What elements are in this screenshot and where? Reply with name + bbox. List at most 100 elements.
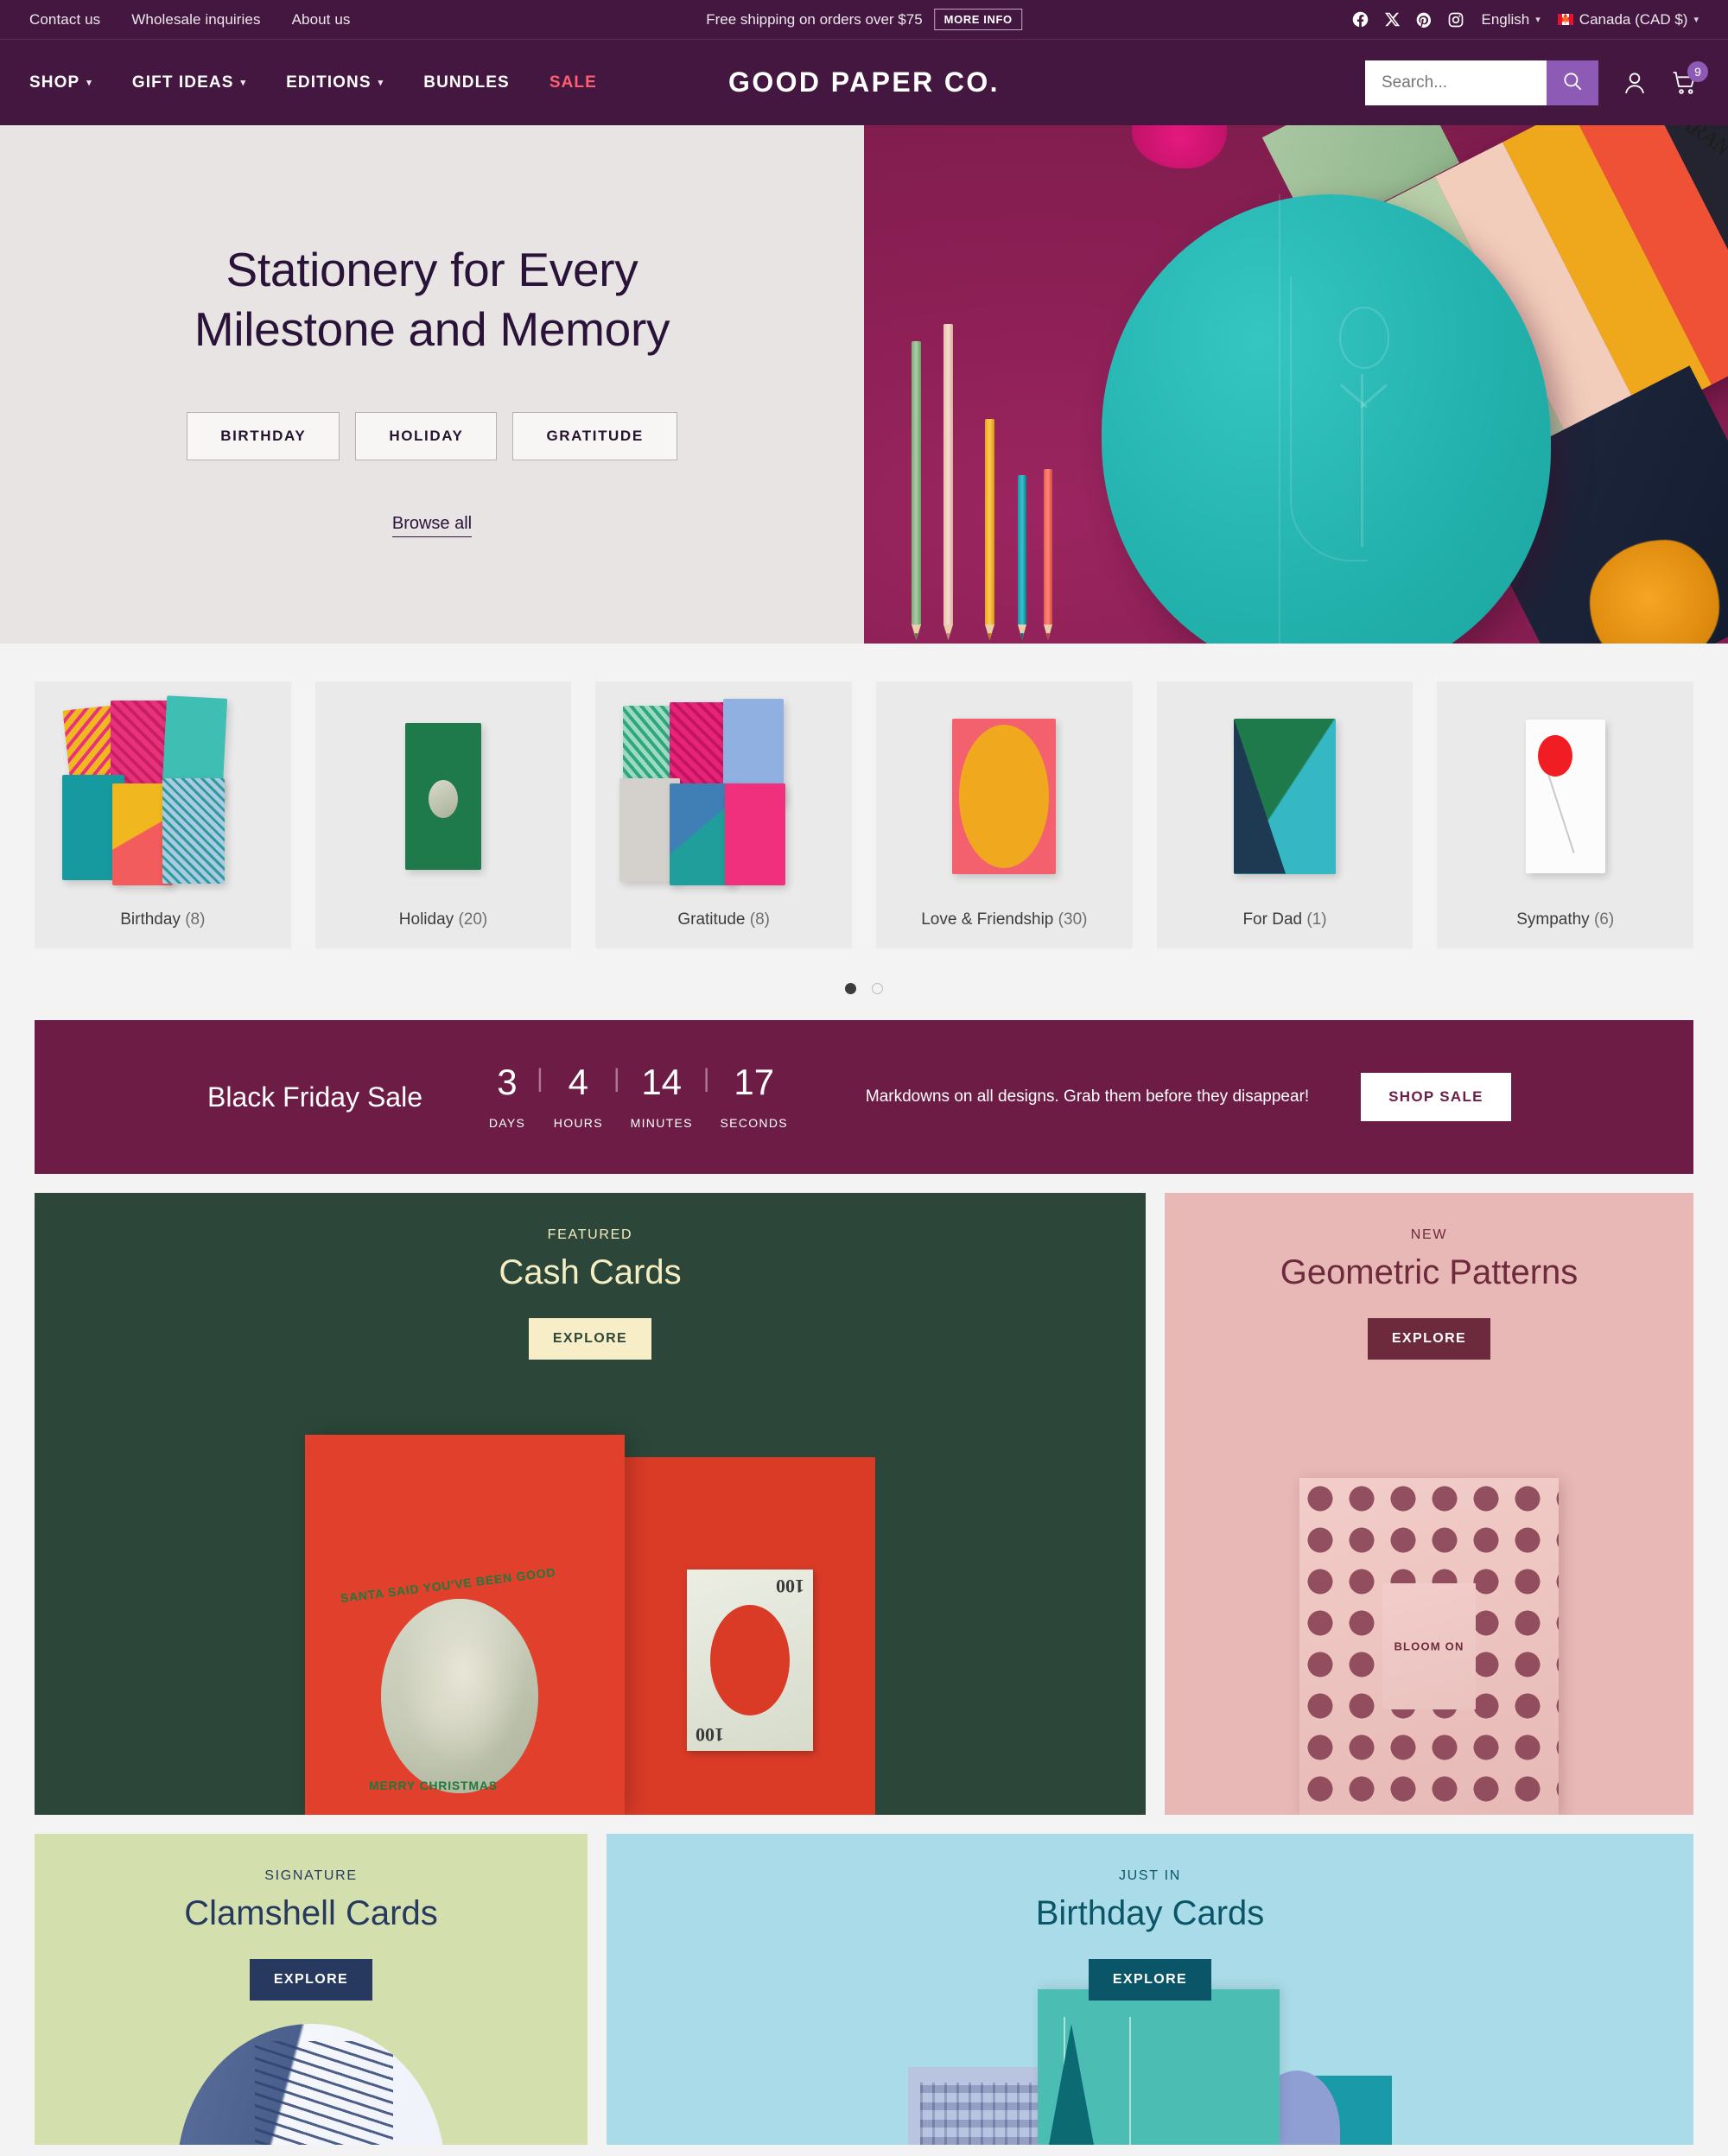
topbar-links: Contact us Wholesale inquiries About us <box>29 11 350 29</box>
nav-item-shop[interactable]: SHOP ▾ <box>29 73 92 92</box>
pinterest-icon[interactable] <box>1415 11 1433 29</box>
more-info-button[interactable]: MORE INFO <box>934 9 1022 30</box>
collection-tile-geometric-patterns[interactable]: NEW Geometric Patterns EXPLORE BLOOM ON <box>1165 1193 1693 1815</box>
tile-title: Clamshell Cards <box>184 1894 438 1932</box>
countdown-unit-hours: 4 HOURS <box>545 1064 612 1131</box>
tile-title: Cash Cards <box>499 1253 682 1291</box>
category-row: Birthday (8) Holiday (20) Gratitude (8) … <box>35 682 1694 948</box>
nav-item-sale[interactable]: SALE <box>550 73 597 92</box>
language-selector[interactable]: English ▾ <box>1482 11 1541 29</box>
hero-title-line-1: Stationery for Every <box>226 243 638 297</box>
search-submit-button[interactable] <box>1547 60 1598 105</box>
category-count: (1) <box>1306 910 1327 929</box>
tile-header: FEATURED Cash Cards EXPLORE <box>35 1193 1146 1360</box>
shop-sale-button[interactable]: SHOP SALE <box>1361 1073 1511 1121</box>
category-card-birthday[interactable]: Birthday (8) <box>35 682 291 948</box>
nav-item-editions[interactable]: EDITIONS ▾ <box>286 73 384 92</box>
hero-button-gratitude[interactable]: GRATITUDE <box>512 411 677 460</box>
geometric-card-artwork: BLOOM ON <box>1299 1478 1559 1815</box>
category-label: Birthday (8) <box>120 910 205 929</box>
category-label: Holiday (20) <box>399 910 487 929</box>
category-label: Gratitude (8) <box>677 910 770 929</box>
clamshell-card-artwork <box>177 2024 445 2145</box>
category-thumbnail <box>1157 682 1414 910</box>
card-text-bottom: MERRY CHRISTMAS <box>369 1779 498 1792</box>
search-input[interactable] <box>1365 60 1547 105</box>
cart-icon[interactable]: 9 <box>1671 60 1708 97</box>
tile-header: SIGNATURE Clamshell Cards EXPLORE <box>35 1834 588 2001</box>
category-thumbnail <box>35 682 291 910</box>
category-thumbnail <box>876 682 1133 910</box>
explore-button-cash-cards[interactable]: EXPLORE <box>528 1318 652 1360</box>
chevron-down-icon: ▾ <box>86 78 92 88</box>
countdown-value: 17 <box>734 1062 775 1102</box>
tile-kicker: FEATURED <box>547 1227 633 1242</box>
category-card-for-dad[interactable]: For Dad (1) <box>1156 682 1414 948</box>
category-name: Gratitude <box>677 910 746 929</box>
countdown-separator: | <box>702 1064 710 1093</box>
chevron-down-icon: ▾ <box>240 78 247 88</box>
country-currency-selector[interactable]: 🍁 Canada (CAD $) ▾ <box>1557 11 1699 29</box>
category-count: (30) <box>1058 910 1088 929</box>
collection-tiles-row-1: FEATURED Cash Cards EXPLORE 100 100 SANT… <box>0 1174 1728 1815</box>
chevron-down-icon: ▾ <box>378 78 384 88</box>
countdown-value: 3 <box>497 1062 518 1102</box>
browse-all-link[interactable]: Browse all <box>391 514 473 537</box>
carousel-dot-1[interactable] <box>845 983 856 994</box>
pencil-green <box>912 341 921 640</box>
social-links <box>1351 10 1464 29</box>
countdown-value: 14 <box>641 1062 683 1102</box>
main-navigation: SHOP ▾ GIFT IDEAS ▾ EDITIONS ▾ BUNDLES S… <box>0 40 1728 125</box>
chevron-down-icon: ▾ <box>1693 15 1699 25</box>
nav-item-gift-ideas[interactable]: GIFT IDEAS ▾ <box>132 73 246 92</box>
category-count: (8) <box>185 910 206 929</box>
hero-button-holiday[interactable]: HOLIDAY <box>355 411 498 460</box>
hero-button-birthday[interactable]: BIRTHDAY <box>187 411 340 460</box>
collection-tile-clamshell-cards[interactable]: SIGNATURE Clamshell Cards EXPLORE <box>35 1834 588 2145</box>
nav-item-bundles[interactable]: BUNDLES <box>423 73 510 92</box>
category-label: Sympathy (6) <box>1516 910 1614 929</box>
category-card-holiday[interactable]: Holiday (20) <box>314 682 572 948</box>
card-text-bloom-on: BLOOM ON <box>1394 1639 1464 1653</box>
x-twitter-icon[interactable] <box>1384 11 1401 28</box>
canada-flag-icon: 🍁 <box>1557 14 1573 25</box>
cash-card-artwork: 100 100 SANTA SAID YOU'VE BEEN GOOD MERR… <box>305 1435 875 1815</box>
tile-kicker: SIGNATURE <box>264 1868 358 1883</box>
category-label: Love & Friendship (30) <box>921 910 1087 929</box>
tile-title: Geometric Patterns <box>1280 1253 1579 1291</box>
countdown-separator: | <box>613 1064 620 1093</box>
carousel-dot-2[interactable] <box>872 983 883 994</box>
countdown-label: DAYS <box>488 1116 526 1130</box>
category-card-sympathy[interactable]: Sympathy (6) <box>1437 682 1694 948</box>
carousel-pagination <box>35 948 1693 1020</box>
hero-category-buttons: BIRTHDAY HOLIDAY GRATITUDE <box>187 411 677 460</box>
nav-label: EDITIONS <box>286 73 372 92</box>
link-about-us[interactable]: About us <box>292 11 351 29</box>
category-count: (6) <box>1593 910 1615 929</box>
site-logo[interactable]: GOOD PAPER CO. <box>728 67 1000 98</box>
account-icon[interactable] <box>1621 69 1649 97</box>
collection-tile-birthday-cards[interactable]: JUST IN Birthday Cards EXPLORE <box>607 1834 1693 2145</box>
promo-banner-wrapper: Black Friday Sale 3 DAYS | 4 HOURS | 14 … <box>0 1020 1728 1174</box>
instagram-icon[interactable] <box>1447 11 1464 29</box>
cash-card-inner-panel: 100 100 <box>590 1457 875 1815</box>
category-card-gratitude[interactable]: Gratitude (8) <box>595 682 853 948</box>
explore-button-birthday-cards[interactable]: EXPLORE <box>1088 1959 1212 2001</box>
facebook-icon[interactable] <box>1351 10 1369 29</box>
announcement-bar: Contact us Wholesale inquiries About us … <box>0 0 1728 40</box>
collection-tile-cash-cards[interactable]: FEATURED Cash Cards EXPLORE 100 100 SANT… <box>35 1193 1146 1815</box>
page-title: Stationery for Every Milestone and Memor… <box>194 240 670 358</box>
link-contact-us[interactable]: Contact us <box>29 11 100 29</box>
pencil-teal <box>1018 475 1026 640</box>
countdown-title: Black Friday Sale <box>207 1081 422 1113</box>
category-count: (8) <box>749 910 771 929</box>
language-value: English <box>1481 10 1530 28</box>
category-card-love-friendship[interactable]: Love & Friendship (30) <box>876 682 1133 948</box>
category-name: For Dad <box>1242 910 1303 929</box>
countdown-unit-days: 3 DAYS <box>480 1062 535 1131</box>
tile-header: JUST IN Birthday Cards EXPLORE <box>607 1834 1693 2001</box>
link-wholesale-inquiries[interactable]: Wholesale inquiries <box>131 11 260 29</box>
explore-button-geometric-patterns[interactable]: EXPLORE <box>1367 1318 1491 1360</box>
countdown-unit-minutes: 14 MINUTES <box>622 1062 702 1131</box>
explore-button-clamshell-cards[interactable]: EXPLORE <box>249 1959 373 2001</box>
